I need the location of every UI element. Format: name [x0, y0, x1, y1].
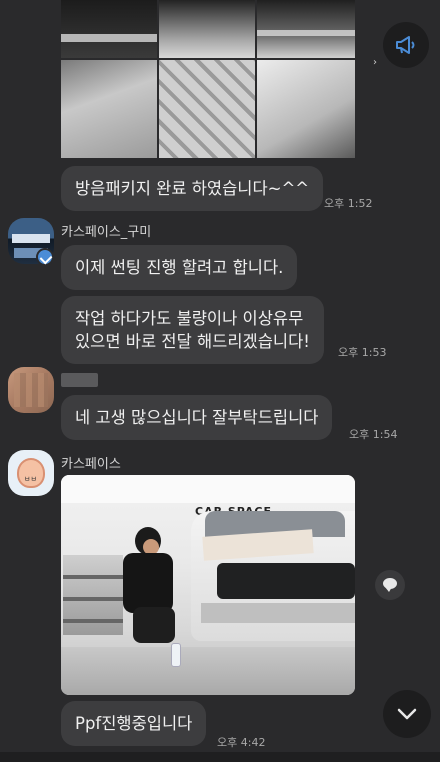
- worker-legs: [133, 607, 175, 643]
- message-bubble[interactable]: 방음패키지 완료 하였습니다~^^: [61, 166, 324, 211]
- grid-photo-5[interactable]: [159, 60, 255, 158]
- shared-photo[interactable]: CAR SPACE: [61, 475, 355, 695]
- message-time: 오후 1:52: [324, 197, 373, 210]
- photo-bottle: [171, 643, 181, 667]
- message-bubble[interactable]: Ppf진행중입니다: [61, 701, 207, 746]
- message-bubble[interactable]: 이제 썬팅 진행 할려고 합니다.: [61, 245, 298, 290]
- check-badge-icon: [36, 248, 54, 266]
- grid-photo-4[interactable]: [61, 60, 157, 158]
- message-bubble[interactable]: 네 고생 많으십니다 잘부탁드립니다: [61, 395, 333, 440]
- sender-name-redacted: [61, 373, 98, 387]
- avatar[interactable]: ㅂㅂ: [8, 450, 54, 496]
- message-line: 작업 하다가도 불량이나 이상유무: [75, 309, 304, 328]
- grid-photo-6[interactable]: [257, 60, 355, 158]
- chevron-down-icon: [397, 708, 417, 720]
- sender-name[interactable]: 카스페이스: [61, 453, 121, 472]
- input-bar-edge: [0, 752, 440, 762]
- worker-body: [123, 553, 173, 613]
- avatar-blurred[interactable]: [8, 367, 54, 413]
- sender-name[interactable]: 카스페이스_구미: [61, 221, 151, 240]
- photo-floor: [61, 647, 355, 695]
- megaphone-icon: [396, 36, 415, 54]
- small-chevron-icon: ›: [373, 57, 377, 68]
- car-bumper: [201, 603, 355, 623]
- message-line: 있으면 바로 전달 해드리겠습니다!: [75, 332, 310, 351]
- grid-photo-2[interactable]: [159, 0, 255, 58]
- scroll-to-bottom-button[interactable]: [383, 690, 431, 738]
- character-face: ㅂㅂ: [24, 475, 37, 483]
- message-bubble[interactable]: 작업 하다가도 불량이나 이상유무 있으면 바로 전달 해드리겠습니다!: [61, 296, 324, 364]
- photo-car: [191, 511, 355, 641]
- message-time: 오후 1:54: [349, 428, 398, 441]
- photo-ceiling: [61, 475, 355, 503]
- photo-shelf: [63, 555, 123, 635]
- avatar-sign: [12, 234, 50, 243]
- share-button[interactable]: [375, 570, 405, 600]
- message-time: 오후 1:53: [338, 346, 387, 359]
- photo-worker: [119, 527, 177, 647]
- announcement-button[interactable]: [383, 22, 429, 68]
- grid-photo-1[interactable]: [61, 0, 157, 58]
- car-grille: [217, 563, 355, 599]
- grid-photo-3[interactable]: [257, 0, 355, 58]
- photo-grid[interactable]: [61, 0, 355, 158]
- message-time: 오후 4:42: [217, 736, 266, 749]
